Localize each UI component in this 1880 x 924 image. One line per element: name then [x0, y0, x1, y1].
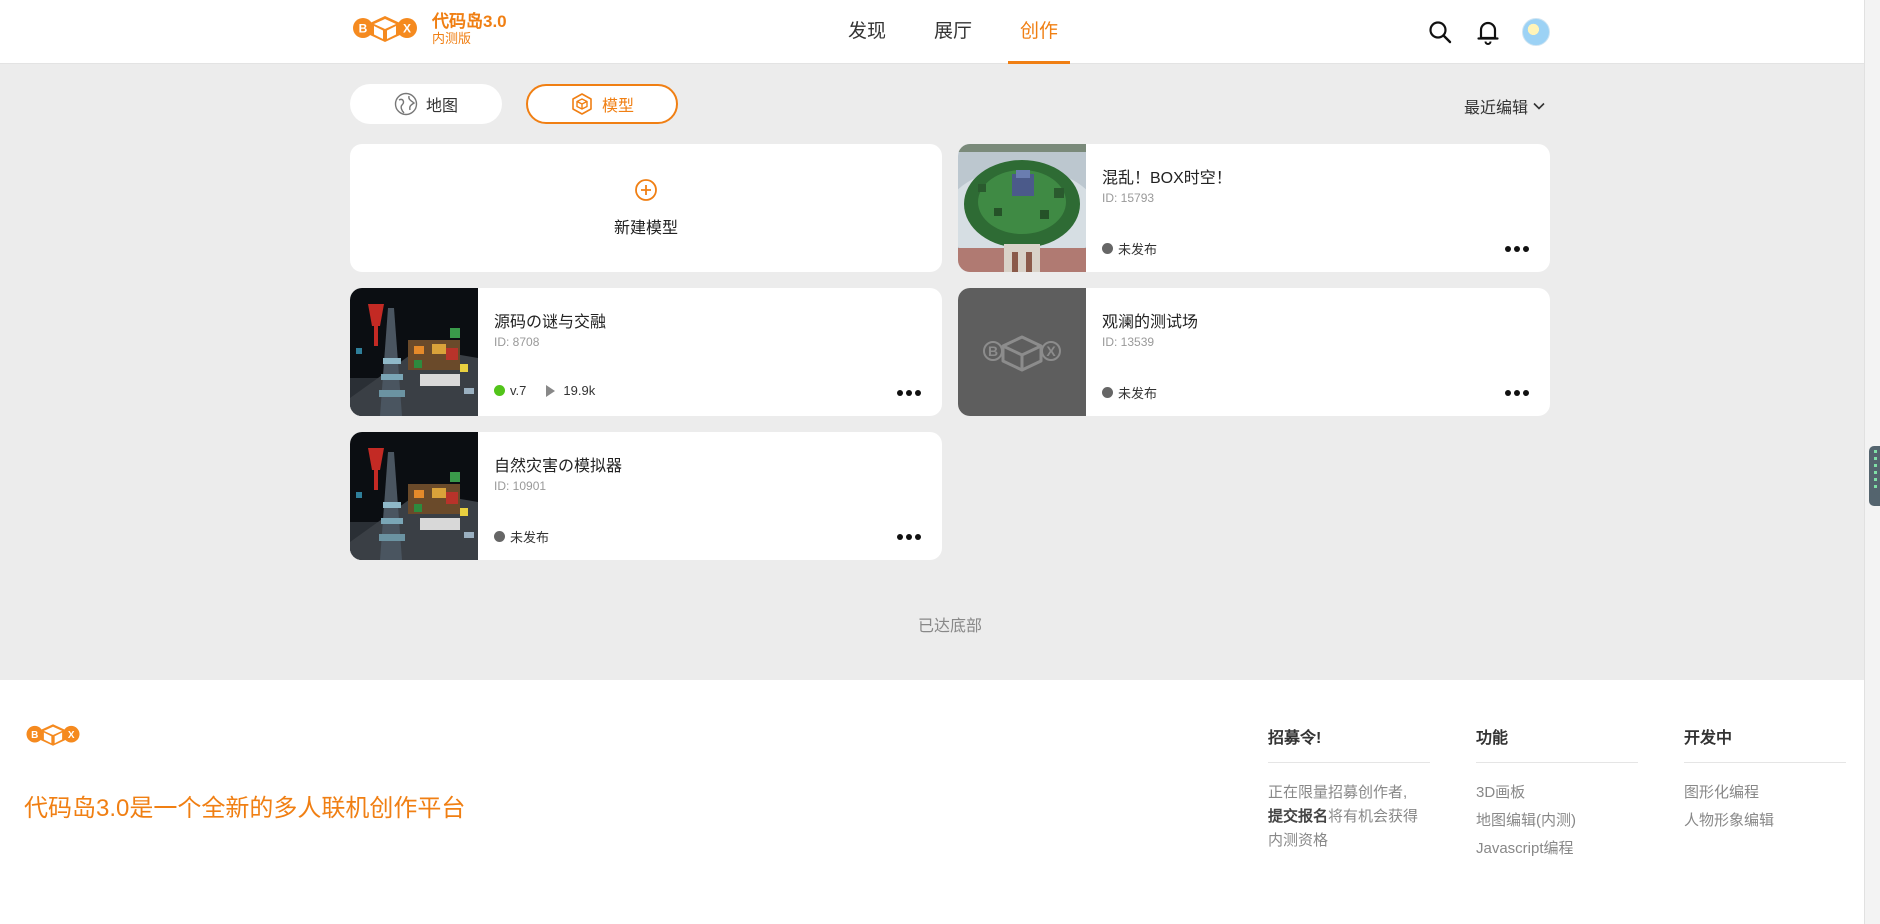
nav-discover[interactable]: 发现 [836, 0, 898, 64]
model-status: 未发布 [1102, 239, 1157, 258]
search-icon[interactable] [1426, 18, 1454, 46]
model-thumbnail: B X [958, 288, 1086, 416]
footer-dev-column: 开发中 图形化编程 人物形象编辑 [1684, 724, 1846, 837]
brand-name: 代码岛3.0 [432, 12, 507, 31]
footer: 代码岛3.0是一个全新的多人联机创作平台 招募令! 正在限量招募创作者, 提交报名… [0, 680, 1880, 924]
recruit-text-a: 正在限量招募创作者, [1268, 784, 1408, 801]
model-id: ID: 15793 [1102, 191, 1155, 205]
model-id: ID: 13539 [1102, 335, 1155, 349]
footer-tagline: 代码岛3.0是一个全新的多人联机创作平台 [24, 795, 466, 822]
bell-icon[interactable] [1474, 18, 1502, 46]
header-actions [1426, 18, 1550, 46]
filter-map-label: 地图 [425, 98, 458, 115]
model-thumbnail [350, 288, 478, 416]
new-model-card[interactable]: 新建模型 [350, 144, 942, 272]
model-status-label: 未发布 [510, 530, 550, 545]
globe-icon [394, 92, 418, 116]
footer-features-column: 功能 3D画板 地图编辑(内测) Javascript编程 [1476, 724, 1638, 865]
model-thumbnail [958, 144, 1086, 272]
model-card[interactable]: 源码の谜与交融 ID: 8708 v.7 19.9k [350, 288, 942, 416]
model-card[interactable]: 自然灾害の模拟器 ID: 10901 未发布 [350, 432, 942, 560]
svg-text:B: B [988, 343, 998, 359]
filter-map-tab[interactable]: 地图 [350, 84, 502, 124]
signup-link[interactable]: 提交报名 [1268, 808, 1328, 825]
model-cube-icon [570, 92, 594, 116]
main-nav: 发现 展厅 创作 [836, 0, 1094, 64]
recruit-text: 正在限量招募创作者, 提交报名将有机会获得内测资格 [1268, 781, 1430, 853]
features-heading: 功能 [1476, 724, 1638, 763]
top-header: 代码岛3.0 内测版 发现 展厅 创作 [0, 0, 1880, 64]
recruit-heading: 招募令! [1268, 724, 1430, 763]
model-card[interactable]: B X 观澜的测试场 ID: 13539 未发布 [958, 288, 1550, 416]
model-status: 未发布 [494, 527, 549, 546]
play-count: 19.9k [546, 383, 595, 398]
more-options-icon[interactable] [891, 386, 926, 400]
footer-recruit-column: 招募令! 正在限量招募创作者, 提交报名将有机会获得内测资格 [1268, 724, 1430, 853]
dev-link[interactable]: 人物形象编辑 [1684, 805, 1846, 837]
unpublished-dot-icon [1102, 243, 1113, 254]
play-count-value: 19.9k [563, 383, 596, 398]
published-dot-icon [494, 385, 505, 396]
model-status-label: 未发布 [1118, 242, 1158, 257]
unpublished-dot-icon [494, 531, 505, 542]
brand-logo[interactable]: 代码岛3.0 内测版 [350, 12, 507, 46]
plus-circle-icon [635, 179, 657, 201]
filter-model-label: 模型 [601, 98, 634, 115]
user-avatar[interactable] [1522, 18, 1550, 46]
model-status: 未发布 [1102, 383, 1157, 402]
end-of-list-text: 已达底部 [917, 618, 982, 635]
sort-label: 最近编辑 [1464, 100, 1529, 117]
model-id: ID: 10901 [494, 479, 547, 493]
model-title[interactable]: 混乱！BOX时空！ [1102, 164, 1232, 188]
chevron-down-icon [1533, 102, 1545, 110]
model-title[interactable]: 自然灾害の模拟器 [494, 452, 622, 476]
sort-dropdown[interactable]: 最近编辑 [1464, 94, 1545, 118]
more-options-icon[interactable] [1499, 242, 1534, 256]
model-title[interactable]: 观澜的测试场 [1102, 308, 1198, 332]
nav-gallery[interactable]: 展厅 [922, 0, 984, 64]
dev-heading: 开发中 [1684, 724, 1846, 763]
play-icon [546, 384, 556, 397]
model-status-label: 未发布 [1118, 386, 1158, 401]
footer-logo-icon [26, 724, 80, 746]
model-version: v.7 [510, 383, 527, 398]
model-id: ID: 8708 [494, 335, 540, 349]
svg-text:X: X [1046, 343, 1056, 359]
unpublished-dot-icon [1102, 387, 1113, 398]
side-panel-tab[interactable] [1869, 446, 1880, 506]
model-title[interactable]: 源码の谜与交融 [494, 308, 606, 332]
new-model-label: 新建模型 [613, 220, 678, 237]
more-options-icon[interactable] [891, 530, 926, 544]
nav-create[interactable]: 创作 [1008, 0, 1071, 64]
feature-link[interactable]: Javascript编程 [1476, 833, 1638, 865]
box-logo-icon [353, 16, 417, 43]
model-status: v.7 19.9k [494, 383, 595, 398]
filter-model-tab[interactable]: 模型 [526, 84, 678, 124]
brand-subtitle: 内测版 [432, 30, 472, 46]
model-thumbnail [350, 432, 478, 560]
model-card[interactable]: 混乱！BOX时空！ ID: 15793 未发布 [958, 144, 1550, 272]
more-options-icon[interactable] [1499, 386, 1534, 400]
